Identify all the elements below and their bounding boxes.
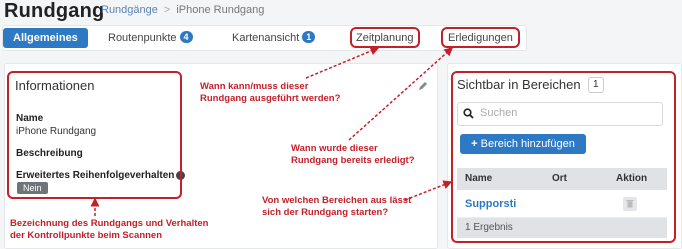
note-line: Rundgang bereits erledigt? [291, 155, 415, 166]
count-badge: 4 [179, 31, 193, 43]
tab-routenpunkte[interactable]: Routenpunkte 4 [108, 29, 193, 47]
tab-kartenansicht[interactable]: Kartenansicht 1 [232, 29, 316, 47]
note-line: der Kontrollpunkte beim Scannen [10, 230, 163, 241]
breadcrumb-parent-link[interactable]: Rundgänge [101, 4, 158, 16]
note-line: Bezeichnung des Rundgangs und Verhalten [10, 218, 209, 229]
count-badge: 1 [302, 31, 316, 43]
note-line: Rundgang ausgeführt werden? [200, 93, 341, 104]
tab-allgemeines[interactable]: Allgemeines [3, 28, 88, 48]
highlight-erledigungen [441, 27, 520, 48]
pencil-icon[interactable] [418, 78, 428, 90]
highlight-informationen [7, 71, 182, 199]
note-line: Wann kann/muss dieser [200, 81, 309, 92]
tab-label: Routenpunkte [108, 32, 177, 44]
breadcrumb: Rundgänge > iPhone Rundgang [101, 4, 264, 16]
breadcrumb-separator: > [163, 4, 171, 16]
highlight-bereiche [451, 71, 676, 243]
highlight-zeitplanung [350, 27, 420, 48]
note-erledigungen: Wann wurde dieser Rundgang bereits erled… [291, 143, 415, 167]
note-zeitplanung: Wann kann/muss dieser Rundgang ausgeführ… [200, 81, 340, 105]
note-line: Von welchen Bereichen aus lässt [262, 195, 412, 206]
breadcrumb-current: iPhone Rundgang [176, 4, 265, 16]
tab-label: Allgemeines [13, 32, 78, 44]
note-bereiche: Von welchen Bereichen aus lässt sich der… [262, 195, 411, 219]
note-line: Wann wurde dieser [291, 143, 378, 154]
tab-label: Kartenansicht [232, 32, 300, 44]
note-line: sich der Rundgang starten? [262, 207, 389, 218]
page-title: Rundgang [4, 0, 105, 22]
note-informationen: Bezeichnung des Rundgangs und Verhalten … [10, 218, 208, 242]
